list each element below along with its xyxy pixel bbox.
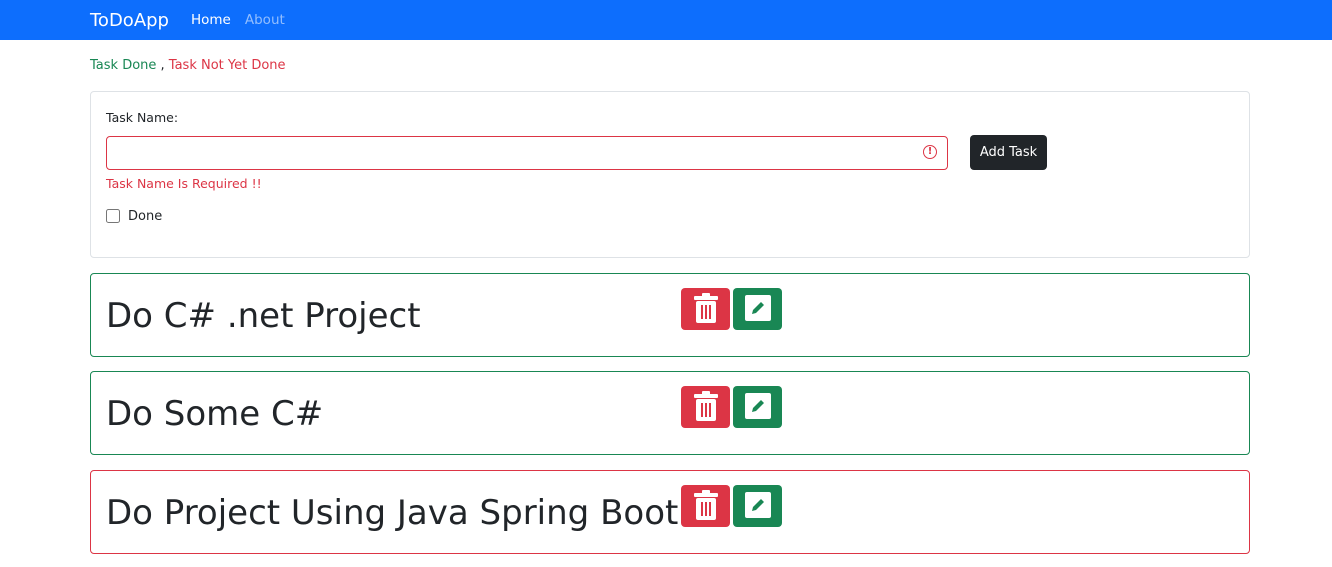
navbar: ToDoApp Home About bbox=[0, 0, 1332, 40]
pencil-icon bbox=[744, 294, 771, 324]
pencil-icon bbox=[744, 491, 771, 521]
task-name-input[interactable] bbox=[106, 136, 948, 170]
add-task-button[interactable]: Add Task bbox=[970, 135, 1047, 170]
nav-about[interactable]: About bbox=[245, 12, 285, 28]
trash-icon bbox=[693, 292, 718, 326]
legend: Task Done , Task Not Yet Done bbox=[90, 58, 286, 73]
task-card: Do C# .net Project bbox=[90, 273, 1250, 357]
trash-icon bbox=[693, 489, 718, 523]
trash-icon bbox=[693, 390, 718, 424]
task-card: Do Project Using Java Spring Boot bbox=[90, 470, 1250, 554]
task-name-label: Task Name: bbox=[106, 110, 179, 125]
add-task-form: Task Name: ! Add Task Task Name Is Requi… bbox=[90, 91, 1250, 258]
error-icon: ! bbox=[923, 145, 937, 159]
legend-done: Task Done bbox=[90, 58, 157, 73]
task-title: Do Some C# bbox=[106, 394, 324, 434]
legend-not-done: Task Not Yet Done bbox=[168, 58, 286, 73]
legend-separator: , bbox=[156, 58, 169, 73]
task-title: Do C# .net Project bbox=[106, 296, 421, 336]
edit-button[interactable] bbox=[733, 288, 782, 330]
pencil-icon bbox=[744, 392, 771, 422]
task-title: Do Project Using Java Spring Boot bbox=[106, 493, 679, 533]
nav-home[interactable]: Home bbox=[191, 12, 231, 28]
done-label: Done bbox=[128, 209, 163, 224]
done-checkbox[interactable] bbox=[106, 209, 120, 223]
edit-button[interactable] bbox=[733, 386, 782, 428]
delete-button[interactable] bbox=[681, 386, 730, 428]
brand[interactable]: ToDoApp bbox=[90, 10, 169, 31]
validation-error: Task Name Is Required !! bbox=[106, 176, 262, 191]
edit-button[interactable] bbox=[733, 485, 782, 527]
delete-button[interactable] bbox=[681, 288, 730, 330]
delete-button[interactable] bbox=[681, 485, 730, 527]
task-card: Do Some C# bbox=[90, 371, 1250, 455]
